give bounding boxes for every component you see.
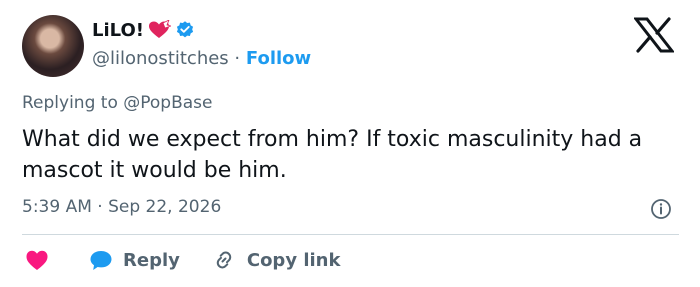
tweet-text: What did we expect from him? If toxic ma… <box>22 127 643 183</box>
heart-icon[interactable] <box>25 249 49 271</box>
link-icon <box>216 251 232 269</box>
handle-row: @lilonostitches · Follow <box>92 48 311 69</box>
reply-button[interactable]: Reply <box>89 249 180 271</box>
copy-link-label: Copy link <box>246 249 341 271</box>
action-bar: Reply Copy link <box>22 246 340 274</box>
speech-bubble-icon <box>90 251 112 270</box>
tweet-date: Sep 22, 2026 <box>108 197 222 217</box>
tweet-header: LiLO! @lilonostitches · Follow <box>92 17 311 70</box>
name-row: LiLO! <box>92 17 311 43</box>
verified-badge-icon <box>176 21 194 38</box>
info-icon[interactable] <box>650 198 672 220</box>
tweet-timestamp[interactable]: 5:39 AM · Sep 22, 2026 <box>22 197 221 217</box>
separator-dot: · <box>234 48 241 69</box>
display-name[interactable]: LiLO! <box>92 20 144 41</box>
avatar[interactable] <box>22 15 84 77</box>
separator-dot: · <box>97 197 103 217</box>
tweet-time: 5:39 AM <box>22 197 92 217</box>
user-handle[interactable]: @lilonostitches <box>92 48 229 69</box>
follow-button[interactable]: Follow <box>246 48 311 69</box>
heart-with-ribbon-emoji-icon <box>148 20 171 38</box>
reply-label: Reply <box>123 249 180 271</box>
divider <box>22 234 679 235</box>
replying-prefix: Replying to <box>22 93 118 113</box>
replying-to-mention[interactable]: @PopBase <box>123 93 212 113</box>
replying-to: Replying to @PopBase <box>22 93 212 113</box>
copy-link-button[interactable]: Copy link <box>180 248 341 272</box>
x-logo-icon[interactable] <box>634 17 674 53</box>
